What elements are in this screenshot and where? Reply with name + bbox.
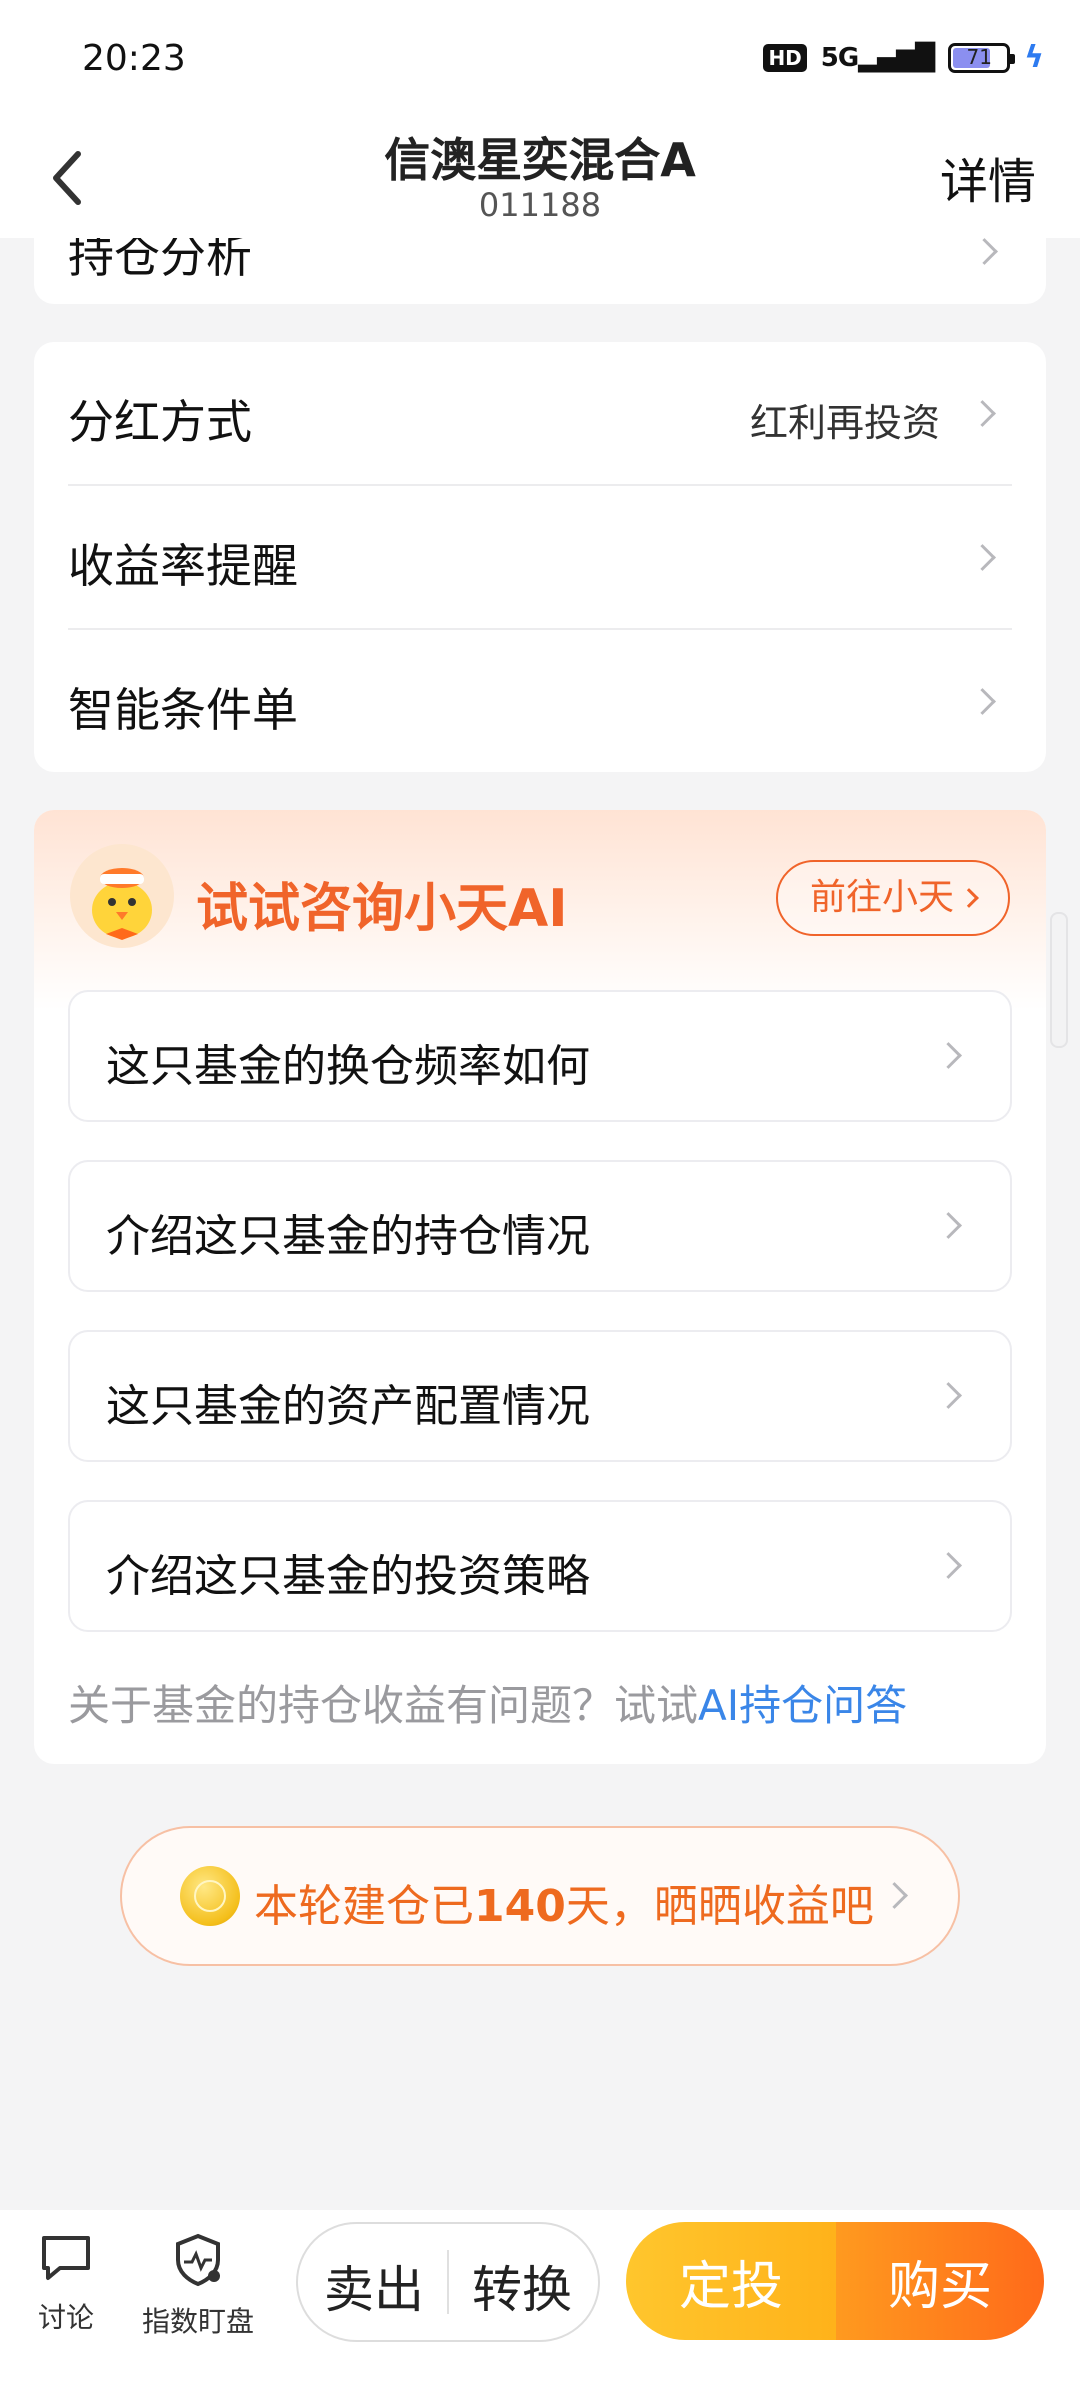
chevron-right-icon	[935, 1552, 962, 1579]
hint-text: 关于基金的持仓收益有问题？试试	[68, 1681, 699, 1730]
ai-question-item[interactable]: 这只基金的换仓频率如何	[68, 990, 1012, 1122]
convert-button[interactable]: 转换	[472, 2250, 572, 2322]
sell-convert-group: 卖出 转换	[296, 2222, 600, 2342]
ai-question-item[interactable]: 这只基金的资产配置情况	[68, 1330, 1012, 1462]
battery-icon: 71	[948, 42, 1016, 73]
ai-title: 试试咨询小天AI	[196, 879, 568, 939]
bottom-action-bar: 讨论 指数盯盘 卖出 转换 定投 购买	[0, 2210, 1080, 2400]
battery-level: 71	[966, 44, 992, 69]
chevron-right-icon	[935, 1212, 962, 1239]
scrollbar[interactable]	[1050, 912, 1068, 1048]
battery-tip	[1010, 53, 1016, 64]
chevron-right-icon	[935, 1382, 962, 1409]
chat-bubble-icon	[42, 2236, 90, 2280]
share-prefix: 本轮建仓已	[254, 1881, 474, 1932]
fixed-invest-button[interactable]: 定投	[626, 2222, 836, 2340]
row-label: 智能条件单	[68, 683, 298, 737]
index-watch-label: 指数盯盘	[141, 2305, 254, 2338]
ai-assistant-card: 试试咨询小天AI 前往小天 这只基金的换仓频率如何 介绍这只基金的持仓情况 这只…	[34, 810, 1046, 1764]
ai-question-item[interactable]: 介绍这只基金的投资策略	[68, 1500, 1012, 1632]
chevron-right-icon	[969, 544, 996, 571]
status-time: 20:23	[82, 38, 186, 79]
divider	[447, 2250, 449, 2314]
question-text: 介绍这只基金的投资策略	[106, 1551, 590, 1602]
nav-bar: 信澳星奕混合A 011188 详情	[0, 124, 1080, 238]
charging-icon: ϟ	[1024, 40, 1044, 75]
chevron-right-icon	[959, 888, 979, 908]
question-text: 介绍这只基金的持仓情况	[106, 1211, 590, 1262]
hd-icon: HD	[763, 43, 807, 72]
chick-mascot-icon	[70, 844, 174, 948]
question-text: 这只基金的资产配置情况	[106, 1381, 590, 1432]
invest-buy-group: 定投 购买	[626, 2222, 1044, 2340]
row-label: 分红方式	[68, 395, 252, 449]
row-value: 红利再投资	[749, 401, 940, 445]
chevron-right-icon	[971, 238, 998, 265]
fund-code: 011188	[478, 186, 602, 224]
ai-hint: 关于基金的持仓收益有问题？试试AI持仓问答	[68, 1672, 907, 1733]
settings-card: 分红方式 红利再投资 收益率提醒 智能条件单	[34, 342, 1046, 772]
holding-days: 140	[474, 1881, 566, 1932]
share-text: 本轮建仓已140天，晒晒收益吧	[254, 1870, 874, 1934]
row-label: 收益率提醒	[68, 539, 298, 593]
goto-xiaotian-button[interactable]: 前往小天	[775, 860, 1010, 936]
coin-icon	[180, 1866, 240, 1926]
discuss-label: 讨论	[37, 2301, 94, 2334]
status-bar: 20:23 HD 5G▂▄▆█ 71 ϟ	[0, 0, 1080, 124]
goto-label: 前往小天	[809, 877, 954, 918]
smart-order-row[interactable]: 智能条件单	[68, 630, 1012, 772]
chevron-right-icon	[969, 400, 996, 427]
signal-5g-icon: 5G▂▄▆█	[820, 42, 935, 73]
discuss-button[interactable]: 讨论	[36, 2232, 96, 2336]
shield-pulse-icon	[176, 2233, 220, 2287]
chevron-right-icon	[969, 688, 996, 715]
share-suffix: 天，晒晒收益吧	[565, 1881, 874, 1932]
chevron-right-icon	[935, 1042, 962, 1069]
fund-name: 信澳星奕混合A	[384, 133, 696, 187]
return-alert-row[interactable]: 收益率提醒	[68, 486, 1012, 629]
detail-button[interactable]: 详情	[940, 142, 1036, 212]
question-text: 这只基金的换仓频率如何	[106, 1041, 590, 1092]
ai-question-item[interactable]: 介绍这只基金的持仓情况	[68, 1160, 1012, 1292]
chevron-right-icon	[881, 1882, 908, 1909]
status-icons: HD 5G▂▄▆█ 71 ϟ	[763, 40, 1044, 75]
dividend-method-row[interactable]: 分红方式 红利再投资	[68, 342, 1012, 485]
sell-button[interactable]: 卖出	[324, 2250, 424, 2322]
share-returns-banner[interactable]: 本轮建仓已140天，晒晒收益吧	[120, 1826, 960, 1966]
buy-button[interactable]: 购买	[836, 2222, 1044, 2340]
network-type: 5G	[820, 42, 859, 73]
ai-holdings-qa-link[interactable]: AI持仓问答	[698, 1681, 907, 1730]
index-watch-button[interactable]: 指数盯盘	[136, 2232, 260, 2340]
